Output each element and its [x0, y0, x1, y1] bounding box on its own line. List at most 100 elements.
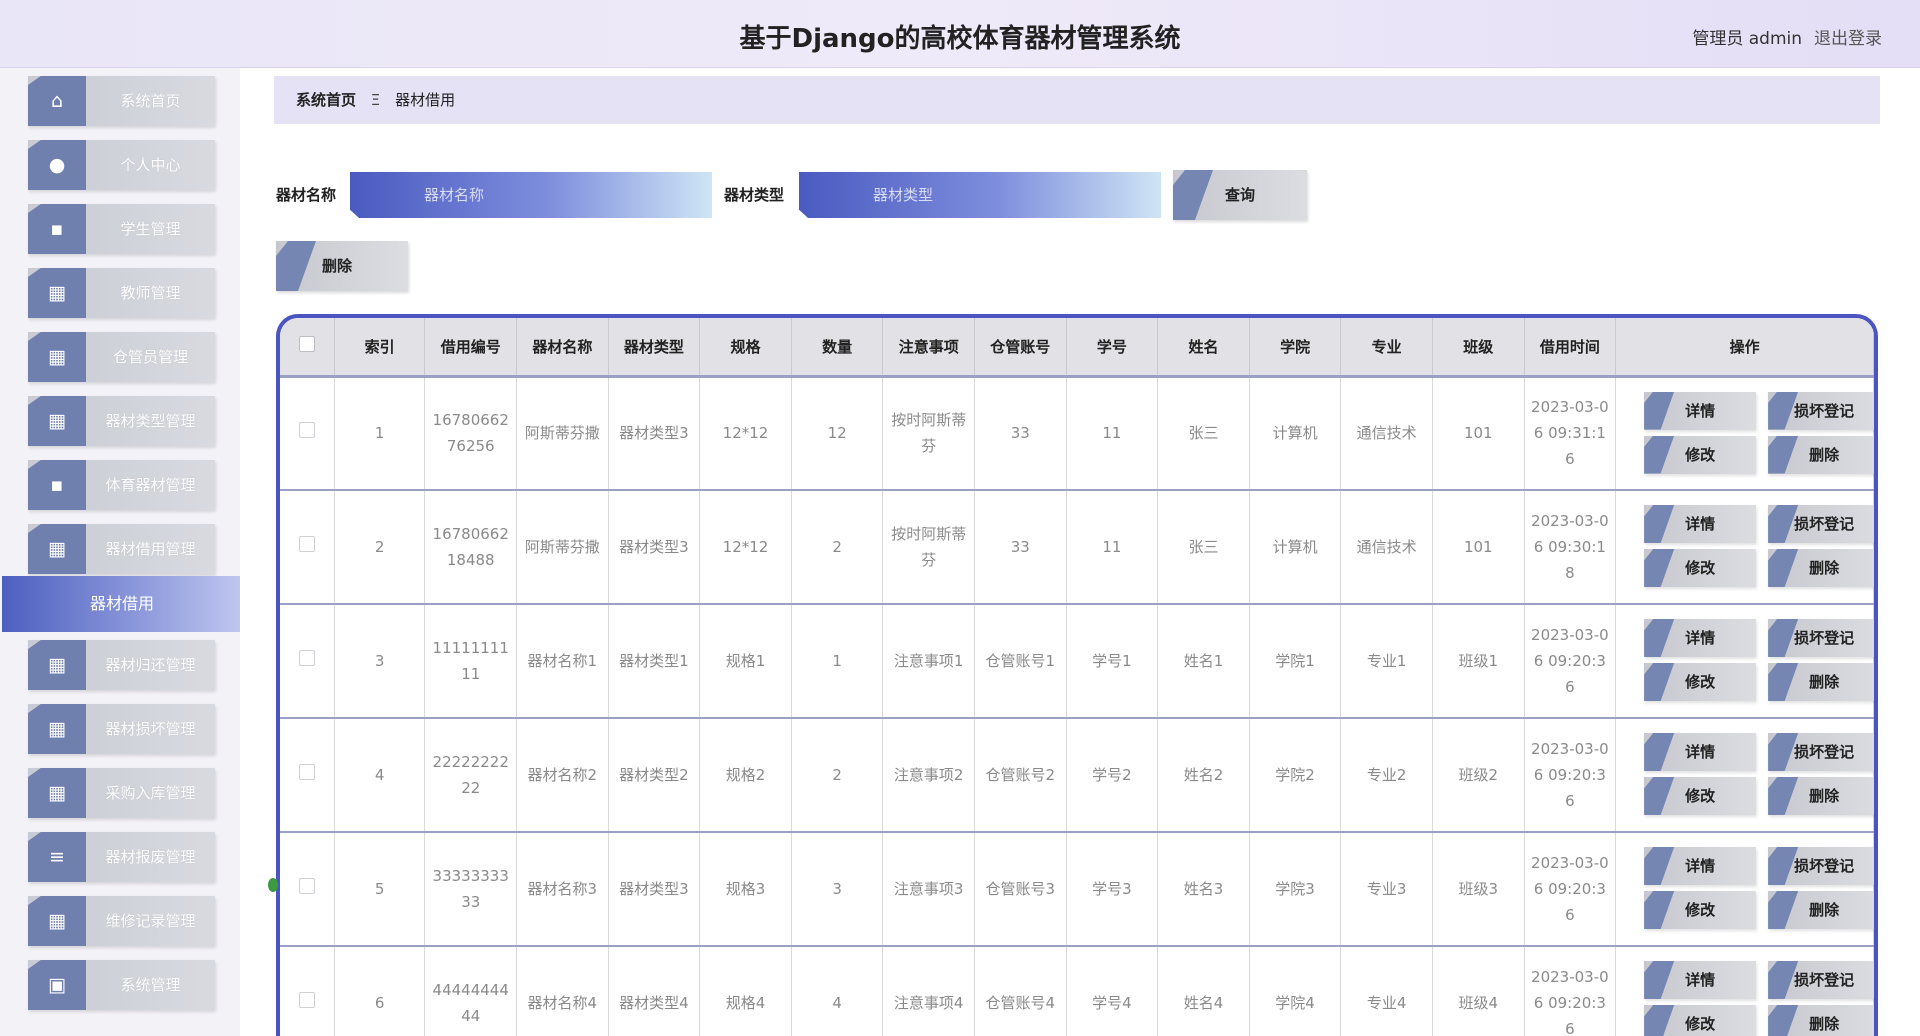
grid-icon: ▦ [28, 640, 86, 690]
edit-button[interactable]: 修改 [1644, 891, 1757, 929]
detail-button[interactable]: 详情 [1644, 391, 1757, 430]
sidebar-item-items_after5[interactable]: ▣ 系统管理 [28, 960, 215, 1010]
sidebar-item-items0[interactable]: ⌂ 系统首页 [28, 76, 215, 126]
table-cell: 计算机 [1249, 490, 1342, 605]
current-user: 管理员 admin [1692, 29, 1802, 49]
row-checkbox[interactable] [298, 422, 315, 439]
damage-register-button[interactable]: 损坏登记 [1768, 619, 1874, 657]
column-header: 姓名 [1157, 318, 1250, 378]
table-cell: 11 [1066, 376, 1159, 491]
select-all-cell [280, 318, 335, 378]
row-actions: 详情 损坏登记 修改 删除 [1615, 490, 1874, 605]
damage-register-button[interactable]: 损坏登记 [1768, 847, 1874, 885]
sidebar-item-items_after4[interactable]: ▦ 维修记录管理 [28, 896, 215, 946]
table-cell: 3 [334, 604, 426, 719]
table-cell: 按时阿斯蒂芬 [882, 490, 975, 605]
table-cell: 3333333333 [424, 832, 518, 947]
sidebar-item-label: 仓管员管理 [112, 348, 188, 366]
sidebar-item-items3[interactable]: ▦ 教师管理 [28, 268, 215, 318]
damage-register-button[interactable]: 损坏登记 [1768, 505, 1874, 543]
breadcrumb-current: 器材借用 [395, 91, 456, 109]
query-button[interactable]: 查询 [1173, 170, 1307, 220]
delete-button[interactable]: 删除 [1768, 435, 1874, 474]
sidebar-item-items2[interactable]: ▪ 学生管理 [28, 204, 215, 254]
table-cell: 阿斯蒂芬撒 [516, 376, 609, 491]
table-cell: 按时阿斯蒂芬 [882, 376, 975, 491]
table-cell: 2023-03-06 09:20:36 [1524, 832, 1617, 947]
name-search-label: 器材名称 [276, 186, 337, 204]
row-select-cell [280, 718, 335, 833]
table-cell: 规格1 [699, 604, 792, 719]
logout-link[interactable]: 退出登录 [1814, 24, 1882, 49]
row-select-cell [280, 376, 335, 491]
select-all-checkbox[interactable] [298, 336, 315, 353]
batch-delete-button[interactable]: 删除 [276, 241, 408, 291]
breadcrumb-home[interactable]: 系统首页 [296, 91, 356, 109]
row-checkbox[interactable] [298, 992, 315, 1008]
sidebar-item-items1[interactable]: ● 个人中心 [28, 140, 215, 190]
sidebar-item-items7[interactable]: ▦ 器材借用管理 [28, 524, 215, 574]
table-cell: 器材名称1 [516, 604, 609, 719]
table-cell: 通信技术 [1340, 490, 1433, 605]
type-search-input[interactable] [799, 172, 1161, 218]
damage-register-button[interactable]: 损坏登记 [1768, 961, 1874, 999]
sidebar-subitem-active[interactable]: 器材借用 [2, 576, 240, 632]
delete-button[interactable]: 删除 [1768, 549, 1874, 587]
grid-icon: ▦ [28, 896, 86, 946]
edit-button[interactable]: 修改 [1644, 663, 1757, 701]
table-cell: 器材类型3 [608, 832, 701, 947]
sidebar-item-items4[interactable]: ▦ 仓管员管理 [28, 332, 215, 382]
delete-button[interactable]: 删除 [1768, 777, 1874, 815]
row-select-cell [280, 604, 335, 719]
delete-button[interactable]: 删除 [1768, 891, 1874, 929]
table-cell: 4444444444 [424, 946, 518, 1036]
sidebar-item-items5[interactable]: ▦ 器材类型管理 [28, 396, 215, 446]
table-cell: 3 [791, 832, 884, 947]
row-checkbox[interactable] [298, 878, 315, 894]
detail-button[interactable]: 详情 [1644, 733, 1757, 771]
name-search-input[interactable] [350, 172, 712, 218]
row-checkbox[interactable] [298, 764, 315, 780]
edit-button[interactable]: 修改 [1644, 435, 1757, 474]
table-cell: 101 [1432, 376, 1525, 491]
table-cell: 2 [791, 490, 884, 605]
sidebar-item-items6[interactable]: ▪ 体育器材管理 [28, 460, 215, 510]
edit-button[interactable]: 修改 [1644, 549, 1757, 587]
column-header: 仓管账号 [974, 318, 1067, 378]
sidebar-item-items_after1[interactable]: ▦ 器材损坏管理 [28, 704, 215, 754]
row-checkbox[interactable] [298, 536, 315, 552]
delete-button[interactable]: 删除 [1768, 1005, 1874, 1036]
table-cell: 学院4 [1249, 946, 1342, 1036]
sidebar-item-items_after2[interactable]: ▦ 采购入库管理 [28, 768, 215, 818]
edit-button[interactable]: 修改 [1644, 1005, 1757, 1036]
detail-button[interactable]: 详情 [1644, 847, 1757, 885]
damage-register-button[interactable]: 损坏登记 [1768, 733, 1874, 771]
monitor-icon: ▣ [28, 960, 86, 1010]
sidebar-item-label: 器材报废管理 [105, 848, 196, 866]
table-cell: 注意事项3 [882, 832, 975, 947]
sidebar-item-label: 器材归还管理 [105, 656, 196, 674]
row-select-cell [280, 832, 335, 947]
damage-register-button[interactable]: 损坏登记 [1768, 391, 1874, 430]
sidebar-item-label: 采购入库管理 [105, 784, 196, 802]
table-cell: 学号2 [1066, 718, 1159, 833]
column-header: 学院 [1249, 318, 1342, 378]
edit-button[interactable]: 修改 [1644, 777, 1757, 815]
table-cell: 学院2 [1249, 718, 1342, 833]
sidebar-item-label: 系统首页 [120, 92, 181, 110]
table-cell: 12 [791, 376, 884, 491]
detail-button[interactable]: 详情 [1644, 961, 1757, 999]
user-icon: ● [28, 140, 86, 190]
table-cell: 专业4 [1340, 946, 1433, 1036]
sidebar-item-label: 维修记录管理 [105, 912, 196, 930]
detail-button[interactable]: 详情 [1644, 619, 1757, 657]
sidebar-item-items_after0[interactable]: ▦ 器材归还管理 [28, 640, 215, 690]
row-checkbox[interactable] [298, 650, 315, 666]
table-cell: 1 [791, 604, 884, 719]
table-cell: 学号4 [1066, 946, 1159, 1036]
sidebar-item-items_after3[interactable]: ≡ 器材报废管理 [28, 832, 215, 882]
column-header: 借用时间 [1524, 318, 1617, 378]
detail-button[interactable]: 详情 [1644, 505, 1757, 543]
grid-icon: ▦ [28, 332, 86, 382]
delete-button[interactable]: 删除 [1768, 663, 1874, 701]
